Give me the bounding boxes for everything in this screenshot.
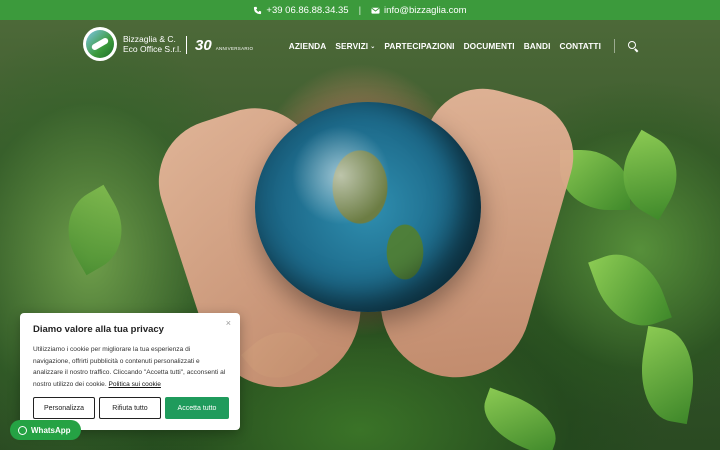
accept-all-button[interactable]: Accetta tutto bbox=[165, 397, 229, 419]
anniversary-label: ANNIVERSARIO bbox=[215, 45, 254, 51]
logo-line-1: Bizzaglia & C. bbox=[123, 34, 176, 44]
cookie-consent-banner: Diamo valore alla tua privacy × Utilizzi… bbox=[20, 313, 240, 430]
logo-emblem bbox=[83, 27, 117, 61]
cookie-buttons: Personalizza Rifiuta tutto Accetta tutto bbox=[33, 397, 229, 419]
earth-globe-image bbox=[255, 102, 481, 312]
top-contact-bar: +39 06.86.88.34.35 | info@bizzaglia.com bbox=[0, 0, 720, 20]
leaf-decoration bbox=[474, 387, 566, 450]
leaf-decoration bbox=[588, 242, 672, 338]
whatsapp-icon bbox=[18, 425, 27, 435]
nav-item-azienda[interactable]: AZIENDA bbox=[289, 41, 327, 51]
phone-contact[interactable]: +39 06.86.88.34.35 bbox=[253, 5, 349, 16]
leaf-decoration bbox=[632, 325, 703, 425]
nav-item-contatti[interactable]: CONTATTI bbox=[559, 41, 601, 51]
anniversary-number: 30 bbox=[195, 36, 212, 54]
cookie-title: Diamo valore alla tua privacy bbox=[33, 324, 164, 335]
mail-icon bbox=[371, 7, 380, 14]
cookie-description: Utilizziamo i cookie per migliorare la t… bbox=[33, 344, 227, 390]
nav-item-documenti[interactable]: DOCUMENTI bbox=[464, 41, 515, 51]
logo-text: Bizzaglia & C. Eco Office S.r.l. bbox=[123, 34, 181, 54]
anniversary-divider bbox=[186, 36, 187, 54]
nav-item-bandi[interactable]: BANDI bbox=[524, 41, 551, 51]
nav-item-partecipazioni[interactable]: PARTECIPAZIONI bbox=[384, 41, 454, 51]
phone-number[interactable]: +39 06.86.88.34.35 bbox=[266, 5, 348, 16]
close-icon[interactable]: × bbox=[226, 318, 231, 328]
search-icon[interactable] bbox=[628, 41, 638, 51]
nav-divider bbox=[614, 39, 615, 53]
leaf-decoration bbox=[51, 184, 139, 276]
anniversary-badge: 30 ANNIVERSARIO bbox=[186, 36, 253, 54]
phone-icon bbox=[254, 6, 262, 14]
reject-all-button[interactable]: Rifiuta tutto bbox=[99, 397, 161, 419]
contact-separator: | bbox=[358, 4, 362, 16]
cookie-policy-link[interactable]: Politica sui cookie bbox=[109, 381, 161, 388]
nav-item-servizi[interactable]: SERVIZI ⌄ bbox=[335, 41, 375, 51]
site-logo[interactable]: Bizzaglia & C. Eco Office S.r.l. bbox=[83, 27, 181, 61]
email-address[interactable]: info@bizzaglia.com bbox=[384, 5, 467, 16]
whatsapp-label: WhatsApp bbox=[31, 425, 71, 435]
nav-item-servizi-label: SERVIZI bbox=[335, 41, 369, 51]
email-contact[interactable]: info@bizzaglia.com bbox=[371, 5, 467, 16]
main-navigation: AZIENDA SERVIZI ⌄ PARTECIPAZIONI DOCUMEN… bbox=[289, 39, 638, 53]
customize-button[interactable]: Personalizza bbox=[33, 397, 95, 419]
whatsapp-button[interactable]: WhatsApp bbox=[10, 420, 81, 440]
chevron-down-icon: ⌄ bbox=[370, 43, 376, 50]
logo-line-2: Eco Office S.r.l. bbox=[123, 44, 182, 54]
